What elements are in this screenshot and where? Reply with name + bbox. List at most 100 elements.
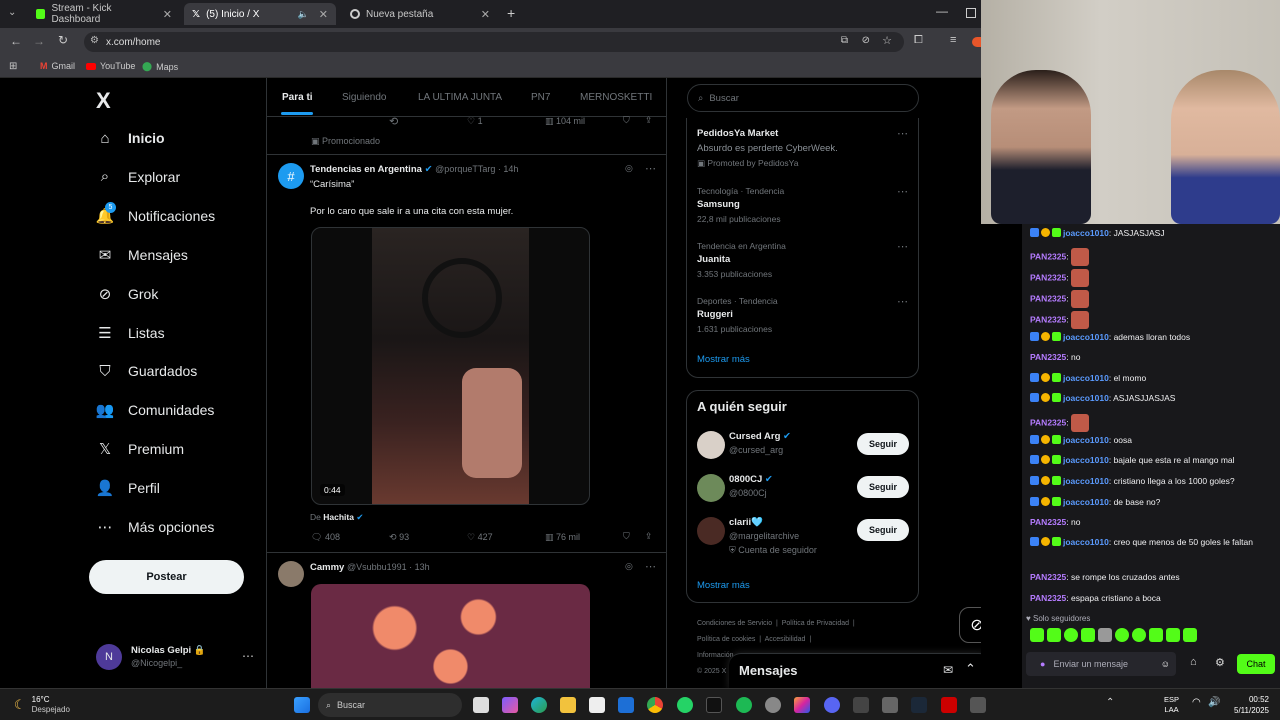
post[interactable]: Cammy @Vsubbu1991 · 13h ◎ ⋯ <box>267 553 667 688</box>
emote[interactable] <box>1183 628 1197 642</box>
grok-icon[interactable]: ◎ <box>625 561 633 572</box>
new-message-icon[interactable]: ✉ <box>943 663 953 677</box>
tab-list-chevron-icon[interactable]: ⌄ <box>8 7 16 18</box>
eye-off-icon[interactable]: ⊘ <box>862 35 870 46</box>
apps-grid-icon[interactable]: ⊞ <box>9 61 17 72</box>
discord-icon[interactable] <box>824 697 840 713</box>
show-more-link[interactable]: Mostrar más <box>697 580 750 591</box>
more-icon[interactable]: ⋯ <box>645 560 656 573</box>
emote[interactable] <box>1030 628 1044 642</box>
emote[interactable] <box>1149 628 1163 642</box>
share-icon[interactable]: ⇪ <box>645 531 653 542</box>
steam-icon[interactable] <box>911 697 927 713</box>
windows-start-icon[interactable] <box>294 697 310 713</box>
more-icon[interactable]: ⋯ <box>897 127 908 140</box>
like-button[interactable]: ♡ 427 <box>467 532 493 543</box>
new-tab-button[interactable]: + <box>507 5 515 21</box>
chat-message[interactable]: joacco1010: oosa <box>1030 435 1255 446</box>
chat-message[interactable]: joacco1010: el momo <box>1030 373 1255 384</box>
follow-button[interactable]: Seguir <box>857 433 909 455</box>
outlook-icon[interactable] <box>618 697 634 713</box>
chat-username[interactable]: joacco1010 <box>1063 373 1109 383</box>
more-icon[interactable]: ⋯ <box>242 649 254 663</box>
wifi-icon[interactable]: ◠ <box>1192 697 1201 708</box>
maximize-icon[interactable] <box>966 8 976 18</box>
close-icon[interactable]: ✕ <box>163 8 172 21</box>
chat-username[interactable]: PAN2325 <box>1030 572 1066 582</box>
settings-icon[interactable] <box>765 697 781 713</box>
chat-username[interactable]: PAN2325 <box>1030 517 1066 527</box>
taskbar-search[interactable]: ⌕ Buscar <box>318 693 462 717</box>
sidebar-item-mas-opciones[interactable]: ⋯ Más opciones <box>96 518 215 536</box>
tiktok-icon[interactable] <box>706 697 722 713</box>
chat-send-button[interactable]: Chat <box>1237 654 1275 674</box>
chat-message[interactable]: PAN2325: espapa cristiano a boca <box>1030 593 1255 604</box>
sidebar-item-grok[interactable]: ⊘ Grok <box>96 285 159 303</box>
copilot-icon[interactable] <box>502 697 518 713</box>
repost-button[interactable]: ⟲ 93 <box>389 532 409 543</box>
chrome-icon[interactable] <box>647 697 663 713</box>
mic-icon[interactable]: ● <box>1040 659 1045 669</box>
instagram-icon[interactable] <box>794 697 810 713</box>
app-icon[interactable] <box>853 697 869 713</box>
emote[interactable] <box>1132 628 1146 642</box>
sidebar-item-explorar[interactable]: ⌕ Explorar <box>96 168 180 186</box>
tab-siguiendo[interactable]: Siguiendo <box>342 92 386 103</box>
back-icon[interactable]: ← <box>10 34 22 48</box>
repost-icon[interactable]: ⟲ <box>389 115 398 128</box>
chat-message[interactable]: joacco1010: cristiano llega a los 1000 g… <box>1030 476 1255 487</box>
sidebar-item-guardados[interactable]: ⛉ Guardados <box>96 362 197 380</box>
follow-button[interactable]: Seguir <box>857 519 909 541</box>
close-icon[interactable]: ✕ <box>481 8 490 21</box>
chat-message[interactable]: PAN2325: <box>1030 290 1255 308</box>
bookmark-icon[interactable]: ⛉ <box>623 115 630 126</box>
chat-message[interactable]: joacco1010: ademas lloran todos <box>1030 332 1255 343</box>
chat-message[interactable]: PAN2325: se rompe los cruzados antes <box>1030 572 1255 583</box>
chat-username[interactable]: joacco1010 <box>1063 497 1109 507</box>
chat-username[interactable]: joacco1010 <box>1063 393 1109 403</box>
chat-username[interactable]: PAN2325 <box>1030 352 1066 362</box>
store-icon[interactable] <box>589 697 605 713</box>
more-icon[interactable]: ⋯ <box>645 162 656 175</box>
follow-button[interactable]: Seguir <box>857 476 909 498</box>
chat-message[interactable]: PAN2325: <box>1030 248 1255 266</box>
footer-link[interactable]: Política de cookies <box>697 636 755 643</box>
views-count[interactable]: ▥ 104 mil <box>545 116 585 127</box>
minimize-icon[interactable]: — <box>936 4 948 18</box>
trend-item[interactable]: Tecnología · Tendencia ⋯ Samsung 22,8 mi… <box>687 182 918 232</box>
chat-message[interactable]: joacco1010: ASJASJJASJAS <box>1030 393 1255 404</box>
speaker-icon[interactable]: 🔈 <box>298 9 309 20</box>
post[interactable]: # Tendencias en Argentina ✔ @porqueTTarg… <box>267 155 667 551</box>
settings-icon[interactable]: ⚙ <box>1215 656 1225 669</box>
store-icon[interactable]: ⌂ <box>1190 656 1197 668</box>
chat-username[interactable]: joacco1010 <box>1063 435 1109 445</box>
emote[interactable] <box>1166 628 1180 642</box>
views-count[interactable]: ▥ 76 mil <box>545 532 580 543</box>
whatsapp-icon[interactable] <box>677 697 693 713</box>
follow-suggestion[interactable]: Cursed Arg ✔ @cursed_arg Seguir <box>687 429 918 465</box>
footer-link[interactable]: Accesibilidad <box>765 636 806 643</box>
language-indicator[interactable]: ESP LAA <box>1164 695 1179 715</box>
sidebar-item-premium[interactable]: 𝕏 Premium <box>96 440 184 458</box>
author-name[interactable]: Cammy <box>310 562 344 573</box>
emoji-icon[interactable]: ☺ <box>1161 659 1170 669</box>
sidebar-item-mensajes[interactable]: ✉ Mensajes <box>96 246 188 264</box>
spotify-icon[interactable] <box>736 697 752 713</box>
bookmark-maps[interactable]: ⬤ Maps <box>142 61 178 72</box>
sidebar-item-notificaciones[interactable]: 🔔 5 Notificaciones <box>96 201 215 225</box>
close-icon[interactable]: ✕ <box>319 8 328 21</box>
chat-username[interactable]: PAN2325 <box>1030 417 1066 427</box>
tab-pn7[interactable]: PN7 <box>531 92 550 103</box>
chat-username[interactable]: joacco1010 <box>1063 537 1109 547</box>
post-image[interactable] <box>311 584 590 688</box>
app-icon[interactable] <box>941 697 957 713</box>
follow-suggestion[interactable]: 0800CJ ✔ @0800Cj Seguir <box>687 472 918 508</box>
chat-message[interactable]: joacco1010: de base no? <box>1030 497 1255 508</box>
tab-para-ti[interactable]: Para ti <box>282 92 313 103</box>
author-name[interactable]: Tendencias en Argentina <box>310 164 422 175</box>
chat-message[interactable]: joacco1010: JASJASJASJ <box>1030 228 1255 239</box>
sidebar-item-perfil[interactable]: 👤 Perfil <box>96 479 160 497</box>
volume-icon[interactable]: 🔊 <box>1208 697 1220 708</box>
post-video[interactable]: 0:44 <box>311 227 590 505</box>
sidebar-item-inicio[interactable]: ⌂ Inicio <box>96 129 164 147</box>
